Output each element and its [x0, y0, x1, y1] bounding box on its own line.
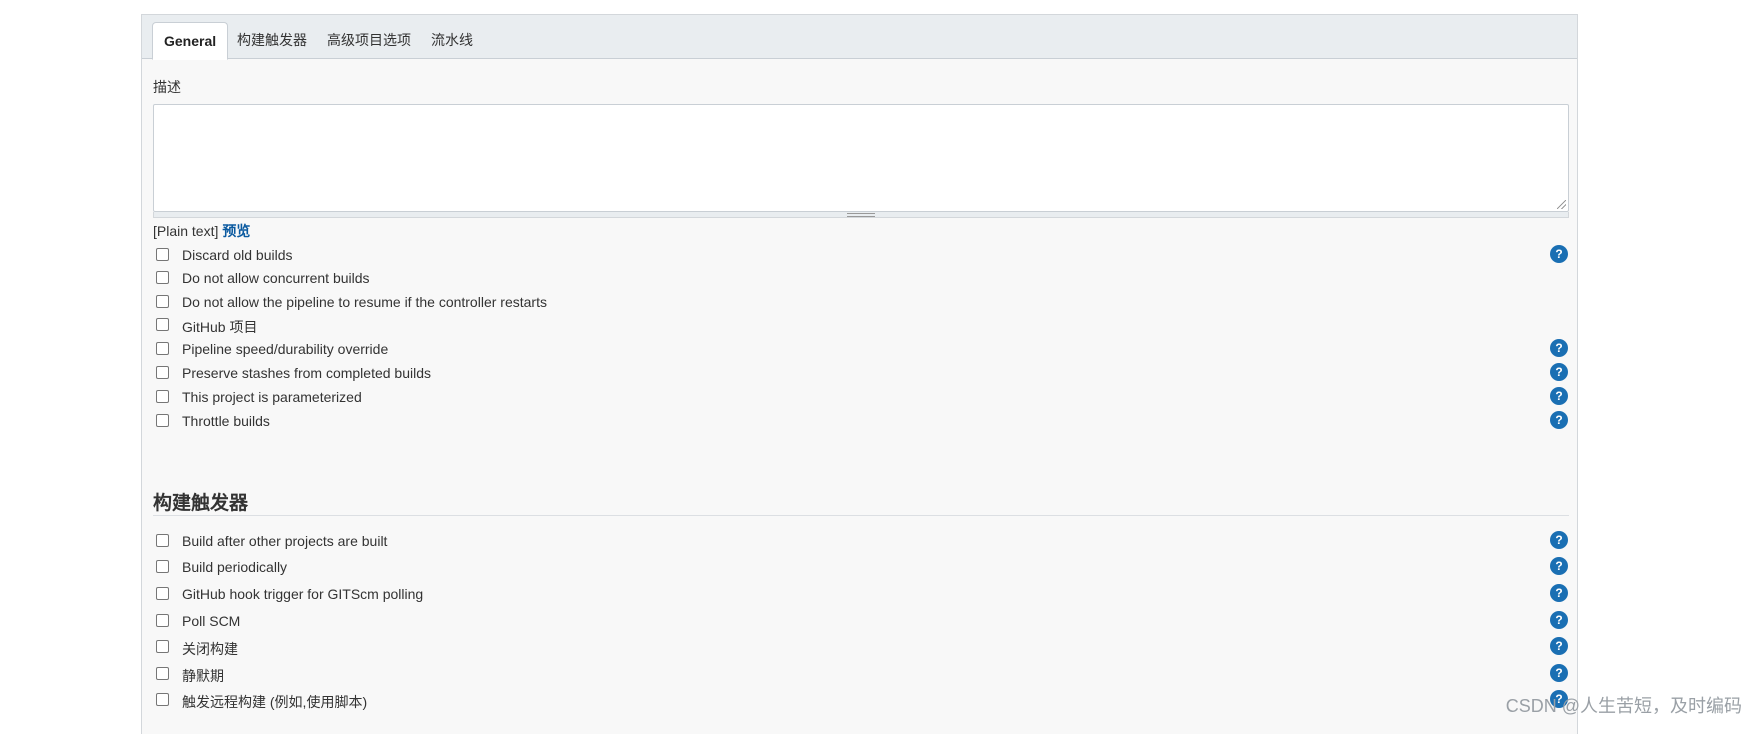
option-label[interactable]: Build periodically: [182, 559, 287, 575]
checkbox[interactable]: [156, 640, 169, 653]
description-label: 描述: [153, 79, 181, 95]
help-icon[interactable]: ?: [1550, 363, 1568, 381]
trigger-poll-scm: Poll SCM ?: [156, 611, 1568, 633]
option-label[interactable]: 关闭构建: [182, 639, 238, 659]
section-title-build-triggers: 构建触发器: [153, 493, 249, 514]
help-icon[interactable]: ?: [1550, 339, 1568, 357]
tab-advanced-project-options[interactable]: 高级项目选项: [316, 22, 422, 60]
checkbox[interactable]: [156, 667, 169, 680]
option-label[interactable]: Discard old builds: [182, 247, 293, 263]
option-pipeline-durability: Pipeline speed/durability override ?: [156, 339, 1568, 361]
checkbox[interactable]: [156, 534, 169, 547]
option-label[interactable]: Do not allow the pipeline to resume if t…: [182, 294, 547, 310]
checkbox[interactable]: [156, 342, 169, 355]
job-config-panel: General 构建触发器 高级项目选项 流水线 描述 [Plain text]…: [141, 14, 1578, 734]
option-label[interactable]: Poll SCM: [182, 613, 240, 629]
option-label[interactable]: This project is parameterized: [182, 389, 362, 405]
description-format-line: [Plain text] 预览: [153, 221, 250, 241]
option-label[interactable]: Preserve stashes from completed builds: [182, 365, 431, 381]
help-icon[interactable]: ?: [1550, 664, 1568, 682]
section-divider: [153, 515, 1569, 516]
option-label[interactable]: Throttle builds: [182, 413, 270, 429]
option-label[interactable]: Pipeline speed/durability override: [182, 341, 388, 357]
tab-general[interactable]: General: [152, 22, 229, 60]
checkbox[interactable]: [156, 295, 169, 308]
resize-grip-icon[interactable]: [1557, 200, 1566, 209]
help-icon[interactable]: ?: [1550, 557, 1568, 575]
option-label[interactable]: GitHub hook trigger for GITScm polling: [182, 586, 423, 602]
checkbox[interactable]: [156, 693, 169, 706]
option-no-concurrent-builds: Do not allow concurrent builds: [156, 268, 1568, 290]
help-icon[interactable]: ?: [1550, 245, 1568, 263]
trigger-disable-build: 关闭构建 ?: [156, 637, 1568, 659]
checkbox[interactable]: [156, 248, 169, 261]
option-label[interactable]: Build after other projects are built: [182, 533, 387, 549]
watermark: CSDN @人生苦短，及时编码: [1505, 696, 1742, 716]
trigger-build-after-other-projects: Build after other projects are built ?: [156, 531, 1568, 553]
option-preserve-stashes: Preserve stashes from completed builds ?: [156, 363, 1568, 385]
trigger-github-hook: GitHub hook trigger for GITScm polling ?: [156, 584, 1568, 606]
format-label: [Plain text]: [153, 223, 219, 239]
help-icon[interactable]: ?: [1550, 387, 1568, 405]
help-icon[interactable]: ?: [1550, 584, 1568, 602]
help-icon[interactable]: ?: [1550, 411, 1568, 429]
option-label[interactable]: 触发远程构建 (例如,使用脚本): [182, 692, 367, 712]
checkbox[interactable]: [156, 414, 169, 427]
config-tabbar: General 构建触发器 高级项目选项 流水线: [142, 15, 1577, 60]
option-discard-old-builds: Discard old builds ?: [156, 245, 1568, 267]
checkbox[interactable]: [156, 366, 169, 379]
option-label[interactable]: GitHub 项目: [182, 317, 257, 337]
trigger-remote-build: 触发远程构建 (例如,使用脚本) ?: [156, 690, 1568, 712]
checkbox[interactable]: [156, 318, 169, 331]
tab-pipeline[interactable]: 流水线: [420, 22, 484, 60]
drag-handle-icon: [847, 213, 875, 217]
option-parameterized: This project is parameterized ?: [156, 387, 1568, 409]
trigger-quiet-period: 静默期 ?: [156, 664, 1568, 686]
checkbox[interactable]: [156, 390, 169, 403]
help-icon[interactable]: ?: [1550, 637, 1568, 655]
preview-link[interactable]: 预览: [222, 223, 250, 239]
checkbox[interactable]: [156, 560, 169, 573]
checkbox[interactable]: [156, 614, 169, 627]
help-icon[interactable]: ?: [1550, 611, 1568, 629]
option-label[interactable]: 静默期: [182, 666, 224, 686]
checkbox[interactable]: [156, 271, 169, 284]
option-throttle-builds: Throttle builds ?: [156, 411, 1568, 433]
option-no-resume-pipeline: Do not allow the pipeline to resume if t…: [156, 292, 1568, 314]
trigger-build-periodically: Build periodically ?: [156, 557, 1568, 579]
textarea-resize-handle[interactable]: [153, 212, 1569, 218]
help-icon[interactable]: ?: [1550, 531, 1568, 549]
option-github-project: GitHub 项目: [156, 315, 1568, 337]
checkbox[interactable]: [156, 587, 169, 600]
tab-build-triggers[interactable]: 构建触发器: [226, 22, 318, 60]
option-label[interactable]: Do not allow concurrent builds: [182, 270, 370, 286]
description-textarea[interactable]: [153, 104, 1569, 212]
